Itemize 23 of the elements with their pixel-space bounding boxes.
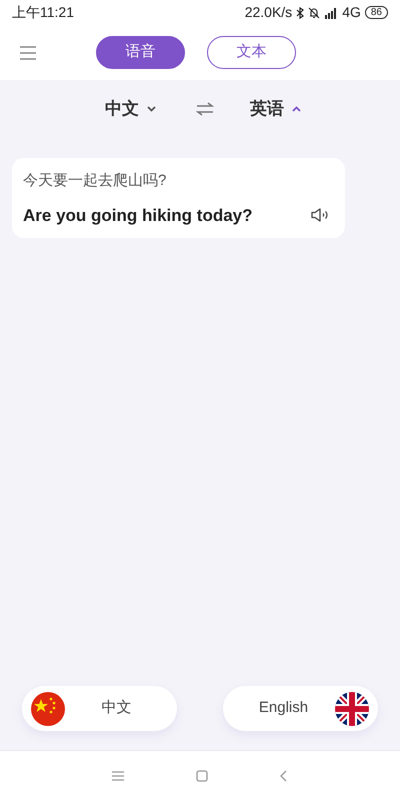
bluetooth-icon <box>296 6 304 18</box>
back-icon[interactable] <box>280 770 288 782</box>
speak-language-button[interactable]: 中文 <box>22 686 177 731</box>
speak-language-button[interactable]: English <box>223 686 378 731</box>
translated-text: Are you going hiking today? <box>23 204 252 227</box>
mode-tab[interactable]: 文本 <box>207 36 296 69</box>
bell-off-icon <box>308 6 320 18</box>
signal-icon <box>324 6 338 18</box>
source-text: 今天要一起去爬山吗? <box>23 171 168 191</box>
menu-icon[interactable] <box>112 770 124 780</box>
menu-icon[interactable] <box>20 46 36 60</box>
flag-icon <box>31 692 65 726</box>
battery-indicator: 86 <box>364 6 388 19</box>
target-language-selector[interactable]: 英语 <box>250 96 301 122</box>
speaker-icon[interactable] <box>311 208 330 222</box>
network-type: 4G <box>342 3 361 22</box>
home-icon[interactable] <box>196 770 208 782</box>
swap-icon[interactable] <box>196 102 214 116</box>
mode-tab[interactable]: 语音 <box>96 36 185 69</box>
status-time: 上午11:21 <box>12 3 74 22</box>
network-speed: 22.0K/s <box>244 3 292 22</box>
flag-icon <box>335 692 369 726</box>
source-language-selector[interactable]: 中文 <box>105 96 156 122</box>
